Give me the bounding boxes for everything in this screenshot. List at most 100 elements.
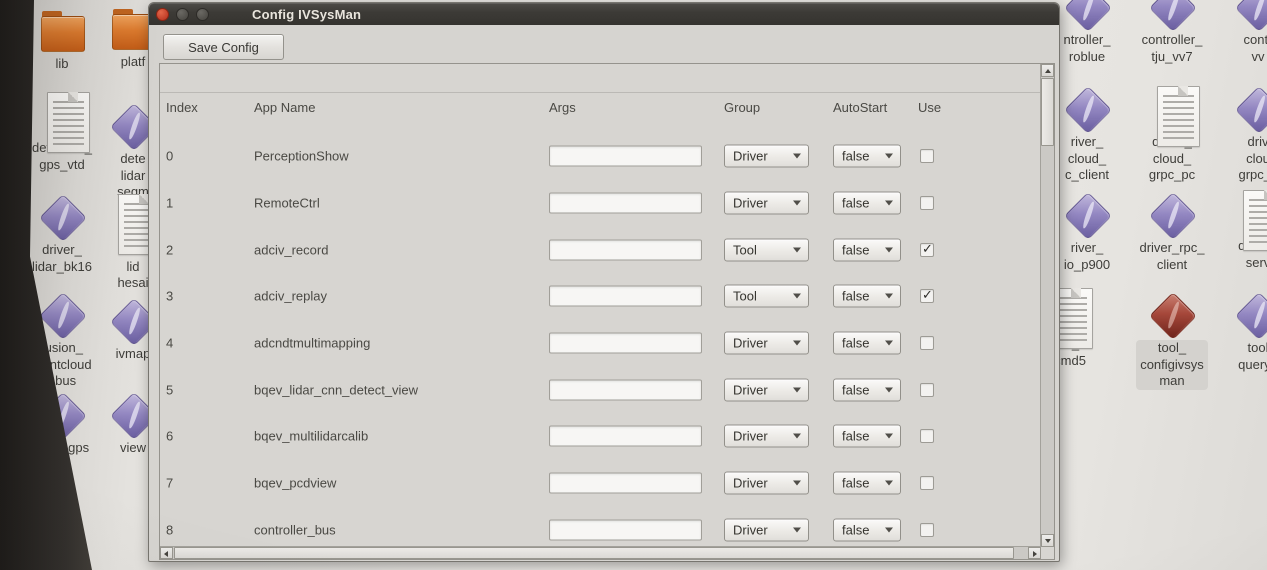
group-dropdown[interactable]: Driver bbox=[724, 518, 809, 541]
autostart-dropdown[interactable]: false bbox=[833, 378, 901, 401]
desktop-icon-tool-queryn[interactable]: tool queryn bbox=[1213, 292, 1267, 373]
use-checkbox[interactable] bbox=[920, 476, 934, 490]
maximize-icon[interactable] bbox=[196, 8, 209, 21]
scroll-left-button[interactable] bbox=[160, 547, 173, 559]
desktop-icon-label: view bbox=[120, 440, 146, 457]
autostart-value: false bbox=[842, 429, 869, 444]
horizontal-scroll-thumb[interactable] bbox=[174, 547, 1014, 559]
diamond-icon bbox=[38, 392, 86, 438]
autostart-dropdown[interactable]: false bbox=[833, 285, 901, 308]
use-checkbox[interactable] bbox=[920, 429, 934, 443]
use-checkbox[interactable] bbox=[920, 149, 934, 163]
scroll-right-button[interactable] bbox=[1028, 547, 1041, 559]
header-autostart: AutoStart bbox=[833, 100, 887, 115]
vertical-scroll-thumb[interactable] bbox=[1041, 78, 1054, 146]
use-checkbox[interactable] bbox=[920, 336, 934, 350]
chevron-down-icon bbox=[885, 154, 893, 159]
args-input[interactable] bbox=[549, 426, 702, 447]
autostart-dropdown[interactable]: false bbox=[833, 472, 901, 495]
diamond-icon bbox=[1234, 0, 1267, 30]
desktop-icon-driv-clou-grpc-s[interactable]: driv clou grpc_s bbox=[1213, 86, 1267, 184]
desktop-icon-driver-serv[interactable]: driver_ serv bbox=[1213, 190, 1267, 271]
use-checkbox[interactable] bbox=[920, 383, 934, 397]
autostart-dropdown[interactable]: false bbox=[833, 518, 901, 541]
desktop-icon-tool-configivsysman[interactable]: tool_ configivsys man bbox=[1127, 292, 1217, 390]
use-checkbox[interactable] bbox=[920, 523, 934, 537]
group-dropdown[interactable]: Driver bbox=[724, 145, 809, 168]
desktop-icon-label: driv clou grpc_s bbox=[1238, 134, 1267, 184]
desktop-icon-controller-tju-vv7[interactable]: controller_ tju_vv7 bbox=[1127, 0, 1217, 65]
use-checkbox[interactable] bbox=[920, 243, 934, 257]
use-checkbox[interactable] bbox=[920, 196, 934, 210]
vertical-scrollbar[interactable] bbox=[1040, 64, 1054, 547]
desktop-icon-label: view_gps bbox=[35, 440, 89, 457]
close-icon[interactable] bbox=[156, 8, 169, 21]
autostart-dropdown[interactable]: false bbox=[833, 238, 901, 261]
args-input[interactable] bbox=[549, 286, 702, 307]
table-header: Index App Name Args Group AutoStart Use bbox=[160, 96, 1041, 122]
chevron-down-icon bbox=[793, 247, 801, 252]
table-row: 6 bqev_multilidarcalib Driver false bbox=[160, 413, 1041, 460]
row-index: 0 bbox=[166, 149, 173, 164]
document-icon bbox=[1148, 86, 1196, 132]
diamond-icon bbox=[1148, 192, 1196, 238]
group-value: Driver bbox=[733, 149, 768, 164]
args-input[interactable] bbox=[549, 239, 702, 260]
row-app-name: adciv_record bbox=[254, 242, 328, 257]
row-index: 4 bbox=[166, 336, 173, 351]
horizontal-scrollbar[interactable] bbox=[160, 546, 1041, 559]
chevron-down-icon bbox=[793, 527, 801, 532]
header-app-name: App Name bbox=[254, 100, 315, 115]
group-dropdown[interactable]: Driver bbox=[724, 472, 809, 495]
args-input[interactable] bbox=[549, 193, 702, 214]
desktop-icon-driver-cloud-grpc-pc[interactable]: driver_ cloud_ grpc_pc bbox=[1127, 86, 1217, 184]
group-dropdown[interactable]: Tool bbox=[724, 238, 809, 261]
window-titlebar[interactable]: Config IVSysMan bbox=[149, 3, 1059, 25]
row-index: 2 bbox=[166, 242, 173, 257]
autostart-value: false bbox=[842, 522, 869, 537]
chevron-down-icon bbox=[793, 387, 801, 392]
desktop-icon-driver-rpc-client[interactable]: driver_rpc_ client bbox=[1127, 192, 1217, 273]
args-input[interactable] bbox=[549, 519, 702, 540]
group-dropdown[interactable]: Driver bbox=[724, 332, 809, 355]
row-index: 3 bbox=[166, 289, 173, 304]
autostart-value: false bbox=[842, 242, 869, 257]
desktop-icon-contr-vv[interactable]: contr vv bbox=[1213, 0, 1267, 65]
folder-icon bbox=[38, 8, 86, 54]
group-dropdown[interactable]: Driver bbox=[724, 192, 809, 215]
diamond-icon bbox=[38, 194, 86, 240]
autostart-dropdown[interactable]: false bbox=[833, 145, 901, 168]
chevron-down-icon bbox=[885, 201, 893, 206]
row-index: 1 bbox=[166, 196, 173, 211]
scroll-down-button[interactable] bbox=[1041, 534, 1054, 547]
table-row: 3 adciv_replay Tool false bbox=[160, 273, 1041, 320]
window-title: Config IVSysMan bbox=[252, 7, 361, 22]
header-index: Index bbox=[166, 100, 198, 115]
args-input[interactable] bbox=[549, 379, 702, 400]
autostart-dropdown[interactable]: false bbox=[833, 425, 901, 448]
save-config-button[interactable]: Save Config bbox=[163, 34, 284, 60]
args-input[interactable] bbox=[549, 146, 702, 167]
header-use: Use bbox=[918, 100, 941, 115]
row-app-name: PerceptionShow bbox=[254, 149, 349, 164]
chevron-down-icon bbox=[885, 341, 893, 346]
args-input[interactable] bbox=[549, 473, 702, 494]
table-row: 4 adcndtmultimapping Driver false bbox=[160, 320, 1041, 367]
row-index: 7 bbox=[166, 476, 173, 491]
group-value: Tool bbox=[733, 242, 757, 257]
autostart-dropdown[interactable]: false bbox=[833, 192, 901, 215]
chevron-down-icon bbox=[793, 434, 801, 439]
args-input[interactable] bbox=[549, 333, 702, 354]
use-checkbox[interactable] bbox=[920, 289, 934, 303]
diamond-icon bbox=[1234, 292, 1267, 338]
table-row: 1 RemoteCtrl Driver false bbox=[160, 180, 1041, 227]
group-dropdown[interactable]: Driver bbox=[724, 425, 809, 448]
minimize-icon[interactable] bbox=[176, 8, 189, 21]
desktop-icon-label: driver_ lidar_bk16 bbox=[32, 242, 92, 275]
group-dropdown[interactable]: Driver bbox=[724, 378, 809, 401]
table-rows: 0 PerceptionShow Driver false 1 RemoteCt… bbox=[160, 133, 1041, 547]
scroll-up-button[interactable] bbox=[1041, 64, 1054, 77]
autostart-dropdown[interactable]: false bbox=[833, 332, 901, 355]
diamond-red-icon bbox=[1148, 292, 1196, 338]
group-dropdown[interactable]: Tool bbox=[724, 285, 809, 308]
